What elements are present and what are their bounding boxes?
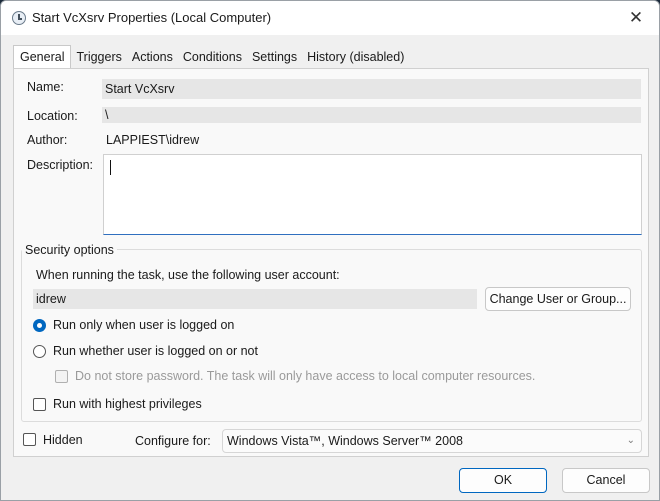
configure-for-label: Configure for: <box>135 434 211 448</box>
author-label: Author: <box>27 133 68 147</box>
description-textarea[interactable] <box>103 154 642 235</box>
location-label: Location: <box>27 109 78 123</box>
ok-button[interactable]: OK <box>459 468 547 493</box>
window-title: Start VcXsrv Properties (Local Computer) <box>32 10 272 25</box>
tab-triggers[interactable]: Triggers <box>71 47 126 69</box>
properties-dialog: Start VcXsrv Properties (Local Computer)… <box>0 0 660 501</box>
tab-history[interactable]: History (disabled) <box>302 47 409 69</box>
tab-conditions[interactable]: Conditions <box>178 47 247 69</box>
general-tab-panel: Name: Start VcXsrv Location: \ Author: L… <box>13 68 649 457</box>
clock-task-icon <box>12 11 26 25</box>
description-label: Description: <box>27 158 93 172</box>
radio-whether-logged-on[interactable] <box>33 345 46 358</box>
highest-privileges-checkbox[interactable] <box>33 398 46 411</box>
change-user-button[interactable]: Change User or Group... <box>485 287 631 311</box>
no-store-password-label: Do not store password. The task will onl… <box>75 369 536 383</box>
author-value: LAPPIEST\idrew <box>106 133 200 147</box>
location-value: \ <box>102 107 641 123</box>
configure-for-value: Windows Vista™, Windows Server™ 2008 <box>227 434 463 448</box>
radio-logged-on-label[interactable]: Run only when user is logged on <box>53 318 234 332</box>
configure-for-select[interactable]: Windows Vista™, Windows Server™ 2008 ⌄ <box>222 429 642 453</box>
tab-strip: General Triggers Actions Conditions Sett… <box>13 45 409 69</box>
text-caret <box>110 160 111 175</box>
tab-actions[interactable]: Actions <box>127 47 178 69</box>
tab-settings[interactable]: Settings <box>247 47 302 69</box>
name-field[interactable]: Start VcXsrv <box>102 79 641 99</box>
account-prompt: When running the task, use the following… <box>36 268 340 282</box>
radio-logged-on[interactable] <box>33 319 46 332</box>
hidden-label[interactable]: Hidden <box>43 433 83 447</box>
tab-general[interactable]: General <box>13 45 72 69</box>
no-store-password-checkbox <box>55 370 68 383</box>
cancel-button[interactable]: Cancel <box>562 468 650 493</box>
close-icon[interactable]: ✕ <box>613 1 659 35</box>
highest-privileges-label[interactable]: Run with highest privileges <box>53 397 202 411</box>
user-account-field: idrew <box>33 289 477 309</box>
hidden-checkbox[interactable] <box>23 433 36 446</box>
name-label: Name: <box>27 80 64 94</box>
title-bar: Start VcXsrv Properties (Local Computer)… <box>1 1 659 35</box>
chevron-down-icon: ⌄ <box>626 435 635 446</box>
security-options-title: Security options <box>22 243 117 257</box>
radio-whether-logged-on-label[interactable]: Run whether user is logged on or not <box>53 344 258 358</box>
